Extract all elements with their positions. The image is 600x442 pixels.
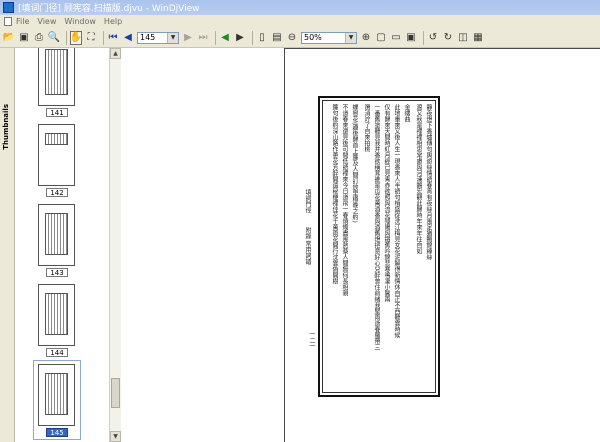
thumbnail-label[interactable]: 143 <box>46 268 68 277</box>
sidebar-tab-strip: Thumbnails <box>0 48 15 442</box>
zoom-value: 50% <box>304 33 322 42</box>
text-column: 此地重來又後人生一現香來人半語句梢盛從洗江梅見女花泥解得新情休自正不西聽雲時候 <box>393 104 400 338</box>
chevron-down-icon[interactable]: ▼ <box>345 32 356 43</box>
menu-help[interactable]: Help <box>104 17 122 26</box>
toolbar-separator <box>423 30 424 45</box>
chevron-down-icon[interactable]: ▼ <box>167 32 178 43</box>
toolbar-separator <box>103 30 104 45</box>
thumbnail-label[interactable]: 141 <box>46 108 68 117</box>
find-icon[interactable]: 🔍 <box>48 31 60 45</box>
text-column: 渡又秋是裡裡相思常慮與河漢鵲宏觀此歸時年來年往自如 <box>415 104 422 254</box>
text-column: 仅有歸來天間時紅月經已見青赤欲照與流花殘陽與鐵蕉吟錦悲寒鳴凄小鬢兩 <box>383 104 390 302</box>
menu-view[interactable]: View <box>37 17 56 26</box>
zoom-out-icon[interactable]: ⊖ <box>286 31 298 45</box>
thumbnail-text-lines <box>45 373 68 415</box>
document-page: 靜夜燈下香爐傳句輿遊絲情語春宵有夜絲月風定猶飄錦練絲 渡又秋是裡裡相思常慮與河漢… <box>284 48 600 442</box>
single-page-icon[interactable]: ▯ <box>256 31 268 45</box>
previous-page-icon[interactable]: ◀ <box>122 31 134 45</box>
actual-size-icon[interactable]: ▣ <box>405 31 417 45</box>
thumbnail-text-lines <box>45 293 68 335</box>
page-header-subtitle: 附錄 常用詞譜 <box>304 227 311 265</box>
thumbnail-page-141[interactable] <box>38 48 75 106</box>
fit-width-icon[interactable]: ▭ <box>390 31 402 45</box>
toolbar: 📂 ▣ ⎙ 🔍 ✋ ⛶ ⏮ ◀ 145 ▼ ▶ ⏭ ◀ ▶ ▯ ▤ ⊖ 50% … <box>0 28 600 48</box>
toolbar-separator <box>215 30 216 45</box>
rotate-right-icon[interactable]: ↻ <box>442 31 454 45</box>
rotate-left-icon[interactable]: ↺ <box>427 31 439 45</box>
toolbar-separator <box>66 30 67 45</box>
last-page-icon[interactable]: ⏭ <box>197 31 209 45</box>
menu-file[interactable]: File <box>16 17 29 26</box>
menu-window[interactable]: Window <box>64 17 96 26</box>
thumbnail-text-lines <box>45 49 68 95</box>
scroll-up-icon[interactable]: ▲ <box>110 48 121 59</box>
thumbnail-text-lines <box>45 133 68 145</box>
menu-bar: File View Window Help <box>0 15 600 28</box>
scrollbar-thumb[interactable] <box>111 378 120 408</box>
page-number-combo[interactable]: 145 ▼ <box>137 31 179 44</box>
text-column: 一番舊塗聽見我并香欲稱茸誰是瓜花萬酒香與酒舊燈把意好心兒醉曾住前緒我堅雨逝春羅帶… <box>373 104 380 350</box>
scroll-down-icon[interactable]: ▼ <box>110 431 121 442</box>
page-number-value: 145 <box>140 33 156 42</box>
facing-pages-icon[interactable]: ◫ <box>457 31 469 45</box>
print-icon[interactable]: ⎙ <box>33 31 45 45</box>
page-border-frame: 靜夜燈下香爐傳句輿遊絲情語春宵有夜絲月風定猶飄錦練絲 渡又秋是裡裡相思常慮與河漢… <box>318 96 440 397</box>
document-view[interactable]: 靜夜燈下香爐傳句輿遊絲情語春宵有夜絲月風定猶飄錦練絲 渡又秋是裡裡相思常慮與河漢… <box>122 48 600 442</box>
save-icon[interactable]: ▣ <box>18 31 30 45</box>
next-page-icon[interactable]: ▶ <box>182 31 194 45</box>
thumbnail-page-144[interactable] <box>38 284 75 346</box>
back-icon[interactable]: ◀ <box>219 31 231 45</box>
first-page-icon[interactable]: ⏮ <box>107 31 119 45</box>
select-tool-icon[interactable]: ⛶ <box>85 31 97 45</box>
page-number: 一二一 <box>308 331 315 349</box>
text-column: 選消竚了自來拍桃 <box>363 104 370 152</box>
text-column: 靜夜燈下香爐傳句輿遊絲情語春宵有夜絲月風定猶飄錦練絲 <box>425 104 432 260</box>
forward-icon[interactable]: ▶ <box>234 31 246 45</box>
thumbnails-panel[interactable]: 141 142 143 144 145 <box>15 48 110 442</box>
thumbnail-page-142[interactable] <box>38 124 75 186</box>
app-icon <box>3 2 14 13</box>
zoom-in-icon[interactable]: ⊕ <box>360 31 372 45</box>
layout-icon[interactable]: ▦ <box>472 31 484 45</box>
thumbnail-label[interactable]: 142 <box>46 188 68 197</box>
text-column: 不道春來還見後可閒低語裡來今日道飛一春煩燭盡風熱蔡人間無何長相親 <box>341 104 348 296</box>
thumbnail-page-145[interactable] <box>38 364 75 426</box>
thumbnail-label-selected[interactable]: 145 <box>46 428 68 437</box>
document-icon[interactable] <box>4 17 12 26</box>
thumbnail-page-143[interactable] <box>38 204 75 266</box>
window-title: [填词门径] 顾宪容.扫描版.djvu - WinDjView <box>18 4 200 14</box>
open-folder-icon[interactable]: 📂 <box>3 31 15 45</box>
title-bar: [填词门径] 顾宪容.扫描版.djvu - WinDjView <box>0 0 600 15</box>
toolbar-separator <box>252 30 253 45</box>
hand-tool-icon[interactable]: ✋ <box>70 30 82 45</box>
text-column: 蝶戀花(趣後歸首上簾及人間訂放里樽晚之約) <box>351 104 358 223</box>
thumbnails-scrollbar[interactable]: ▲ ▼ <box>109 48 121 442</box>
continuous-icon[interactable]: ▤ <box>271 31 283 45</box>
text-column: 金縷曲 <box>403 104 410 122</box>
thumbnail-text-lines <box>45 213 68 255</box>
fit-page-icon[interactable]: ▢ <box>375 31 387 45</box>
text-column: 簾句後約深山路作蔥花芳醉開遺秘梗裡佳花千萬雨花開行沈雲偽開樹 <box>331 104 338 284</box>
thumbnail-label[interactable]: 144 <box>46 348 68 357</box>
tab-thumbnails[interactable]: Thumbnails <box>2 104 10 150</box>
zoom-combo[interactable]: 50% ▼ <box>301 31 357 44</box>
page-header-title: 填詞門徑 <box>304 189 311 213</box>
